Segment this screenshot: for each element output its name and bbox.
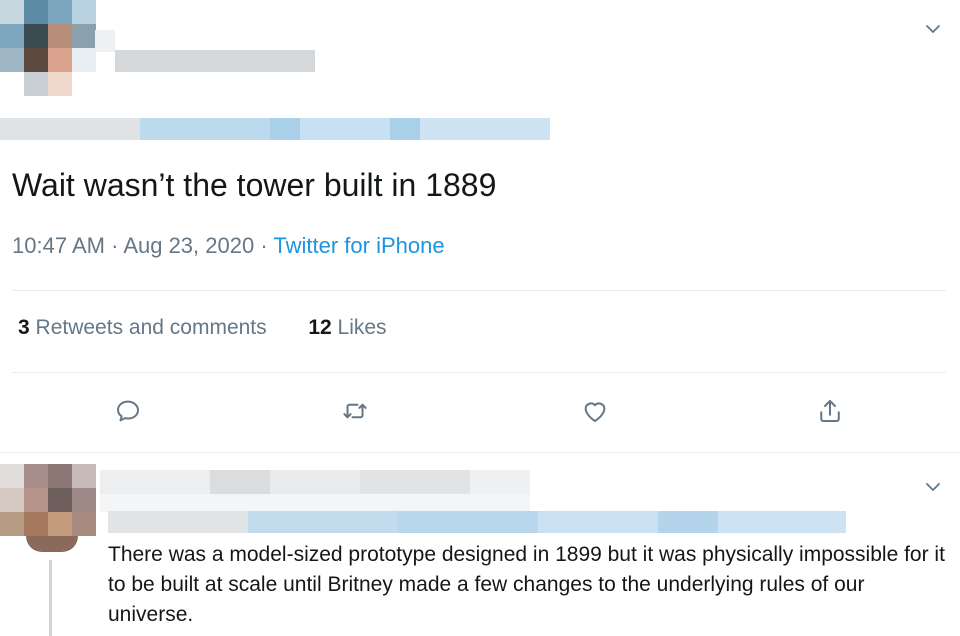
reply-menu-chevron[interactable]	[920, 474, 946, 500]
likes-stat[interactable]: 12 Likes	[308, 316, 386, 339]
speech-bubble-icon	[117, 400, 139, 422]
tweet-author-avatar[interactable]	[0, 0, 100, 100]
tweet-text: Wait wasn’t the tower built in 1889	[12, 167, 497, 203]
tweet-source[interactable]: Twitter for iPhone	[273, 233, 444, 258]
heart-icon	[584, 402, 606, 422]
reply-author-name-redacted[interactable]	[100, 470, 530, 516]
reply-button[interactable]	[110, 393, 146, 429]
retweets-count: 3	[18, 316, 30, 339]
likes-count: 12	[308, 316, 332, 339]
reply-context-redacted[interactable]	[108, 511, 846, 533]
chevron-down-icon	[926, 25, 940, 33]
meta-separator: ·	[111, 233, 124, 258]
tweet-menu-chevron[interactable]	[920, 16, 946, 42]
thread-line	[49, 560, 52, 636]
share-icon	[820, 400, 840, 422]
reply-context-redacted[interactable]	[0, 118, 550, 140]
retweets-stat[interactable]: 3 Retweets and comments	[18, 316, 272, 339]
retweet-icon	[343, 403, 367, 419]
like-button[interactable]	[577, 393, 613, 429]
tweet-stats: 3 Retweets and comments 12 Likes	[18, 316, 387, 340]
divider	[0, 452, 960, 453]
tweet-time[interactable]: 10:47 AM	[12, 233, 105, 258]
chevron-down-icon	[926, 483, 940, 491]
tweet-author-name-redacted-light	[95, 30, 115, 52]
reply-author-avatar[interactable]	[0, 464, 100, 552]
retweet-button[interactable]	[337, 393, 373, 429]
divider	[12, 290, 946, 291]
retweets-label: Retweets and comments	[35, 316, 267, 339]
likes-label: Likes	[337, 316, 387, 339]
divider	[12, 372, 946, 373]
tweet-author-name-redacted[interactable]	[115, 50, 315, 72]
share-button[interactable]	[812, 393, 848, 429]
meta-separator: ·	[260, 233, 274, 258]
reply-text: There was a model-sized prototype design…	[108, 543, 945, 626]
tweet-meta: 10:47 AM · Aug 23, 2020 · Twitter for iP…	[12, 233, 445, 259]
tweet-date[interactable]: Aug 23, 2020	[123, 233, 254, 258]
